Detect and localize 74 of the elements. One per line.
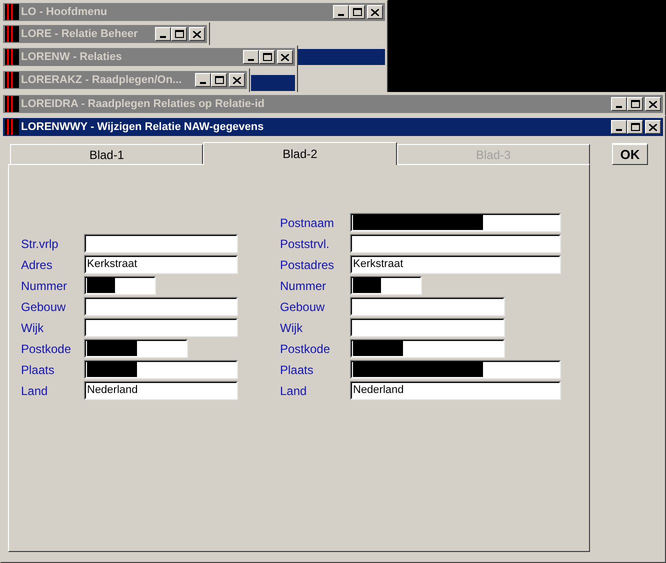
field-label: Gebouw	[21, 298, 67, 316]
field-label: Nummer	[280, 278, 328, 294]
close-icon	[649, 124, 657, 130]
close-button[interactable]	[277, 50, 293, 64]
minimize-button[interactable]	[611, 97, 627, 111]
maximize-button[interactable]	[211, 73, 227, 87]
field-label: Nummer	[21, 278, 68, 294]
highlight-bar	[251, 75, 295, 91]
close-button[interactable]	[189, 27, 205, 41]
text-field[interactable]	[84, 339, 188, 358]
field-label: Str.vrlp	[21, 236, 60, 252]
close-button[interactable]	[367, 5, 383, 19]
maximize-button[interactable]	[171, 27, 187, 41]
field-label: Postnaam	[280, 214, 336, 232]
close-button[interactable]	[229, 73, 245, 87]
window-title: LORE - Relatie Beheer	[21, 26, 139, 42]
field-label: Plaats	[280, 362, 314, 378]
close-button[interactable]	[645, 97, 661, 111]
minimize-button[interactable]	[195, 73, 211, 87]
field-label: Gebouw	[280, 298, 326, 316]
app-icon	[5, 26, 19, 42]
window-title: LORENWWY - Wijzigen Relatie NAW-gegevens	[21, 120, 265, 135]
ok-button[interactable]: OK	[612, 143, 648, 165]
minimize-button[interactable]	[155, 27, 171, 41]
field-label: Land	[280, 382, 308, 400]
field-label: Land	[21, 382, 49, 400]
text-field[interactable]: Nederland	[350, 381, 561, 400]
text-field[interactable]	[350, 213, 561, 232]
app-icon	[5, 72, 19, 88]
text-field[interactable]	[84, 234, 238, 253]
field-label: Postkode	[280, 340, 332, 358]
text-field[interactable]: Kerkstraat	[84, 255, 238, 274]
maximize-button[interactable]	[627, 97, 643, 111]
app-icon	[5, 96, 19, 112]
window-title: LORERAKZ - Raadplegen/On...	[21, 72, 183, 88]
text-field[interactable]	[84, 297, 238, 316]
text-field[interactable]	[350, 276, 422, 295]
close-icon	[371, 8, 379, 16]
tab[interactable]: Blad-1	[10, 144, 204, 164]
minimize-button[interactable]	[333, 5, 349, 19]
field-label: Wijk	[280, 320, 304, 336]
close-icon	[649, 100, 657, 108]
text-field[interactable]: Kerkstraat	[350, 255, 561, 274]
text-field[interactable]	[84, 276, 156, 295]
text-field[interactable]	[350, 360, 561, 379]
minimize-button[interactable]	[611, 120, 627, 134]
text-field[interactable]	[350, 318, 505, 337]
close-icon	[193, 30, 201, 38]
maximize-button[interactable]	[349, 5, 365, 19]
field-label: Postadres	[280, 256, 336, 274]
window-title: LORENW - Relaties	[21, 50, 123, 65]
text-field[interactable]	[350, 297, 505, 316]
field-label: Poststrvl.	[280, 236, 330, 252]
field-label: Postkode	[21, 340, 72, 358]
text-field[interactable]	[350, 234, 561, 253]
maximize-button[interactable]	[627, 120, 643, 134]
app-icon	[5, 49, 19, 65]
field-label: Adres	[21, 256, 54, 274]
text-field[interactable]	[84, 318, 238, 337]
window-title: LO - Hoofdmenu	[21, 4, 108, 20]
field-label: Plaats	[21, 362, 56, 378]
close-button[interactable]	[645, 120, 661, 134]
tab[interactable]: Blad-2	[203, 142, 397, 165]
maximize-button[interactable]	[259, 50, 275, 64]
window-title: LOREIDRA - Raadplegen Relaties op Relatie-id	[21, 96, 266, 112]
text-field[interactable]: Nederland	[84, 381, 238, 400]
text-field[interactable]	[84, 360, 238, 379]
app-icon	[5, 119, 19, 135]
app-icon	[5, 4, 19, 20]
close-icon	[281, 54, 289, 60]
field-label: Wijk	[21, 320, 45, 336]
close-icon	[233, 76, 241, 84]
minimize-button[interactable]	[243, 50, 259, 64]
text-field[interactable]	[350, 339, 505, 358]
